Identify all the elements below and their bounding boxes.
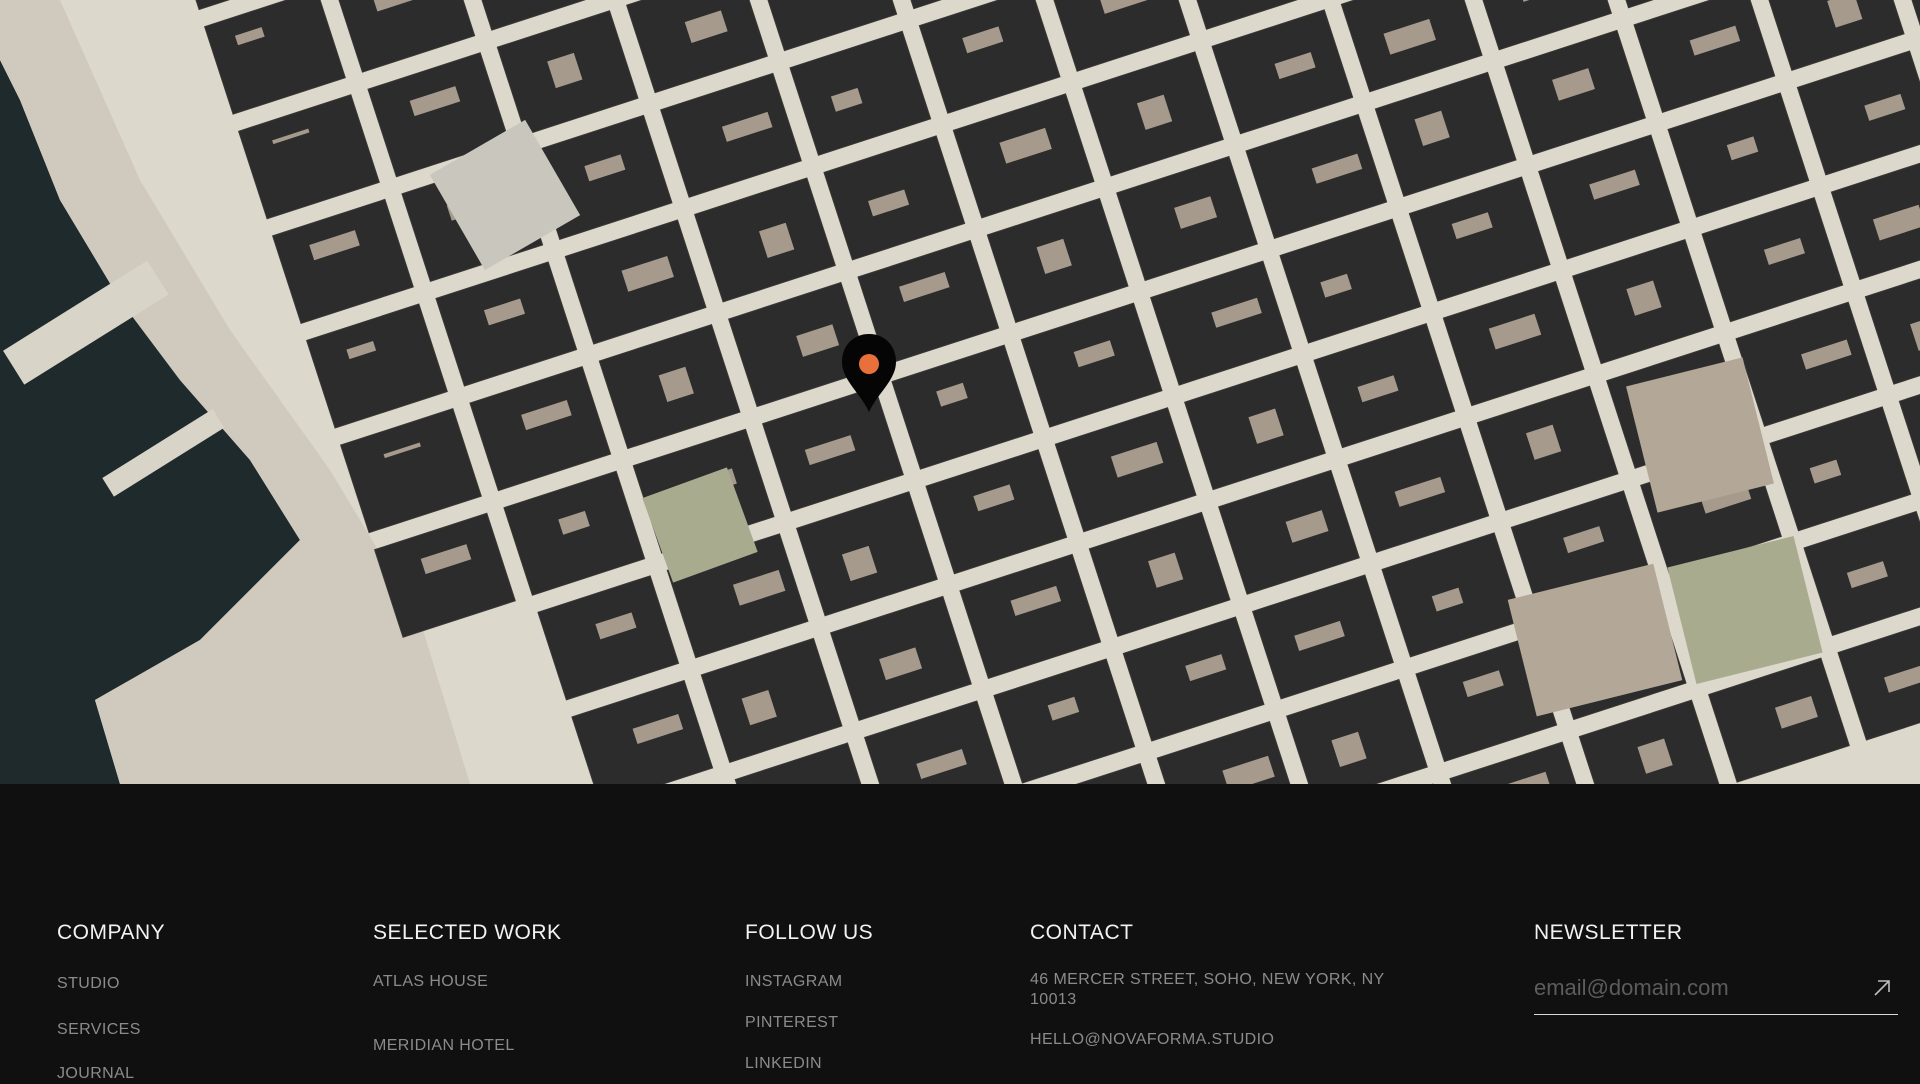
city-block	[1408, 176, 1551, 302]
city-block	[789, 30, 932, 156]
footer-link-journal[interactable]: JOURNAL	[57, 1064, 134, 1084]
footer-follow-us: FOLLOW US INSTAGRAM PINTEREST LINKEDIN	[745, 920, 874, 1072]
footer-contact: CONTACT 46 MERCER STREET, SOHO, NEW YORK…	[1030, 920, 1410, 1048]
newsletter-form	[1534, 972, 1898, 1015]
footer-link-linkedin[interactable]: LINKEDIN	[745, 1054, 822, 1074]
city-block	[305, 303, 448, 429]
city-block	[272, 198, 414, 325]
city-block	[918, 0, 1061, 114]
contact-email-link[interactable]: HELLO@NOVAFORMA.STUDIO	[1030, 1030, 1274, 1050]
map-canvas[interactable]	[0, 0, 1920, 784]
footer-link-studio[interactable]: STUDIO	[57, 974, 120, 994]
map-view[interactable]	[0, 0, 1920, 784]
city-block	[204, 0, 346, 115]
footer-link-meridian-hotel[interactable]: MERIDIAN HOTEL	[373, 1036, 515, 1056]
footer-link-instagram[interactable]: INSTAGRAM	[745, 972, 843, 992]
follow-heading: FOLLOW US	[745, 921, 874, 944]
footer-link-atlas-house[interactable]: ATLAS HOUSE	[373, 972, 488, 992]
footer-company: COMPANY STUDIO SERVICES JOURNAL	[57, 920, 166, 1082]
city-block	[626, 0, 768, 94]
city-block	[891, 344, 1034, 470]
arrow-up-right-icon	[1874, 980, 1890, 996]
footer-link-services[interactable]: SERVICES	[57, 1020, 141, 1040]
contact-heading: CONTACT	[1030, 921, 1134, 944]
city-block	[1286, 678, 1428, 784]
company-heading: COMPANY	[57, 921, 166, 944]
city-block	[1020, 302, 1163, 428]
footer-selected-work: SELECTED WORK ATLAS HOUSE MERIDIAN HOTEL	[373, 920, 562, 1054]
city-block	[1769, 406, 1912, 532]
contact-address: 46 MERCER STREET, SOHO, NEW YORK, NY 100…	[1030, 971, 1385, 1008]
city-block	[993, 658, 1136, 784]
city-block	[1796, 50, 1920, 176]
city-block	[435, 261, 578, 387]
work-heading: SELECTED WORK	[373, 921, 562, 944]
footer-link-pinterest[interactable]: PINTEREST	[745, 1013, 838, 1033]
city-block	[1864, 259, 1920, 385]
city-block	[537, 575, 680, 701]
city-block	[469, 365, 612, 492]
site-footer: COMPANY STUDIO SERVICES JOURNAL SELECTED…	[0, 784, 1920, 1082]
city-block	[503, 470, 646, 596]
city-block	[1633, 0, 1776, 113]
city-block	[959, 553, 1102, 679]
city-block	[238, 94, 380, 220]
city-block	[1279, 218, 1422, 344]
city-block	[925, 449, 1068, 575]
city-block	[1708, 657, 1850, 783]
newsletter-email-input[interactable]	[1534, 972, 1854, 1004]
newsletter-submit-button[interactable]	[1870, 976, 1894, 1000]
city-block	[339, 408, 482, 534]
city-block	[1538, 134, 1680, 260]
footer-newsletter: NEWSLETTER	[1534, 920, 1898, 1015]
newsletter-heading: NEWSLETTER	[1534, 921, 1683, 944]
